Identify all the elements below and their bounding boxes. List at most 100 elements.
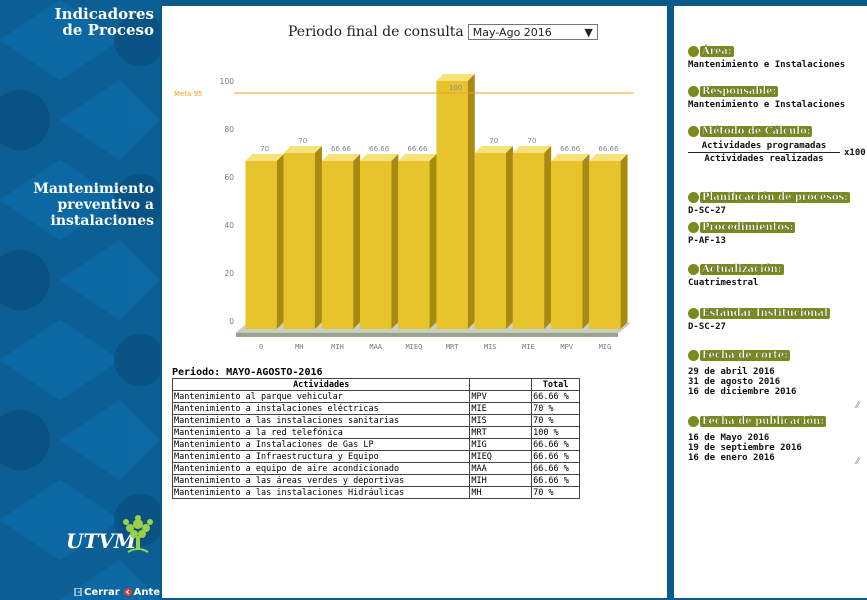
corte-date-1: 29 de abril 2016 [688,367,775,377]
y-tick-label: 80 [224,125,234,134]
x-tick-label: MIE [522,343,535,351]
total-cell: 66.66 % [531,474,580,487]
total-cell: 100 % [531,426,580,439]
activity-cell: Mantenimiento a equipo de aire acondicio… [171,462,471,475]
procedimientos-label: Procedimientos: [700,222,796,233]
sidebar-title: Indicadores de Proceso [55,6,154,38]
formula-fraction: Actividades programadas Actividades real… [688,141,840,164]
bar-side [467,74,475,329]
bar-data-label: 66.66 [331,145,352,153]
chart-x-ticks: 0 MH MIH MAA MIEQ MRT MIS MIE MPV MIG [259,343,611,351]
y-tick-label: 20 [224,269,234,278]
procedimientos-value: P-AF-13 [688,236,726,246]
actualizacion-value: Cuatrimestral [688,278,759,288]
formula-denominator: Actividades realizadas [704,154,824,164]
total-cell: 66.66 % [531,390,580,403]
x-tick-label: MIS [484,343,497,351]
activity-cell: Mantenimiento a instalaciones eléctricas [171,402,471,415]
code-cell: MIG [469,438,533,451]
publicacion-label: Fecha de publicación: [700,416,827,427]
code-cell: MRT [469,426,533,439]
code-cell: MIE [469,402,533,415]
utvm-logo: UTVM [62,512,158,560]
table-row: Mantenimiento al parque vehicular MPV 66.6… [171,390,580,403]
actualizacion-label: Actualización: [700,264,784,275]
bar-data-label: 66.66 [560,145,581,153]
bullet-icon [688,222,699,233]
table-header-total: Total [531,378,580,391]
close-link[interactable]: Cerrar [74,587,120,598]
bar [589,161,621,329]
y-tick-label: 0 [229,317,234,326]
activity-cell: Mantenimiento a las instalaciones Hidráu… [171,486,471,499]
bar [474,153,506,329]
back-link-label: Anterior [133,587,160,598]
corte-label: Fecha de corte: [700,350,790,361]
bar-side [276,154,284,329]
code-cell: MIH [469,474,533,487]
bar-side [505,146,513,329]
logo-text: UTVM [66,529,137,553]
bar-data-label: 70 [528,137,537,145]
bar-data-label: 70 [298,137,307,145]
period-select-value: May-Ago 2016 [472,25,552,39]
estandar-field: Estándar Institucional D-SC-27 [688,308,830,332]
publicacion-field: Fecha de publicación: 16 de Mayo 2016 19… [688,416,860,463]
bar [436,81,468,329]
info-panel: Área: Mantenimiento e Instalaciones Resp… [674,6,867,598]
table-row: Mantenimiento a las instalaciones Hidráu… [171,486,580,499]
table-header-activities: Actividades [171,378,471,391]
table-row: Mantenimiento a instalaciones eléctricas… [171,402,580,415]
code-cell: MH [469,486,533,499]
bar-data-label: 70 [489,137,498,145]
bullet-icon [688,192,699,203]
total-cell: 70 % [531,486,580,499]
chart-goal: Meta 95 [174,90,634,98]
bullet-icon [688,264,699,275]
table-period: Periodo: MAYO-AGOSTO-2016 [172,367,323,378]
bar-side [544,146,552,329]
code-cell: MIS [469,414,533,427]
table-header-code [469,378,532,391]
bar-data-label: 66.66 [407,145,428,153]
bullet-icon [688,308,699,319]
period-select[interactable]: May-Ago 2016 ▼ [467,24,598,40]
x-tick-label: MAA [369,343,382,351]
sidebar-title-line2: de Proceso [62,21,154,39]
chart-floor-edge [236,333,618,337]
indicator-name-line2: preventivo a [57,197,155,213]
bullet-icon [688,126,699,137]
total-cell: 66.66 % [531,462,580,475]
resize-handle-icon[interactable]: ⁄⁄ [856,401,859,411]
table-row: Mantenimiento a Infraestructura y Equipo… [171,450,580,463]
goal-label: Meta 95 [174,90,203,98]
bar-data-label: 100 [449,84,462,92]
activity-cell: Mantenimiento a la red telefónica [171,426,471,439]
sidebar: Indicadores de Proceso Mantenimiento pre… [0,0,160,600]
utvm-logo-graphic: UTVM [66,515,153,553]
bar-chart: 0 20 40 60 80 100 Meta 95 70 70 66.66 66.66 66.66… [174,74,634,351]
x-tick-label: MIG [599,343,612,351]
area-label: Área: [700,46,734,57]
activities-table: Actividades Total Mantenimiento al parqu… [171,378,580,499]
bullet-icon [688,350,699,361]
total-cell: 70 % [531,402,580,415]
metodo-field: Método de Cálculo: Actividades programad… [688,126,866,164]
formula: Actividades programadas Actividades real… [688,141,866,164]
area-value: Mantenimiento e Instalaciones [688,60,846,70]
activity-cell: Mantenimiento a Instalaciones de Gas LP [171,438,471,451]
table-row: Mantenimiento a las áreas verdes y depor… [171,474,580,487]
sidebar-title-line1: Indicadores [54,5,154,23]
activity-cell: Mantenimiento a Infraestructura y Equipo [171,450,471,463]
door-icon [74,588,82,596]
indicator-name-line3: instalaciones [50,213,154,229]
bullet-icon [688,46,699,57]
y-tick-label: 60 [224,173,234,182]
resize-handle-icon[interactable]: ⁄⁄ [856,457,859,467]
publicacion-date-3: 16 de enero 2016 [688,453,775,463]
bar-side [620,154,628,329]
table-row: Mantenimiento a la red telefónica MRT 100 … [171,426,580,439]
back-link[interactable]: Anterior [123,587,160,598]
background-pattern [0,0,160,600]
corte-date-2: 31 de agosto 2016 [688,377,781,387]
